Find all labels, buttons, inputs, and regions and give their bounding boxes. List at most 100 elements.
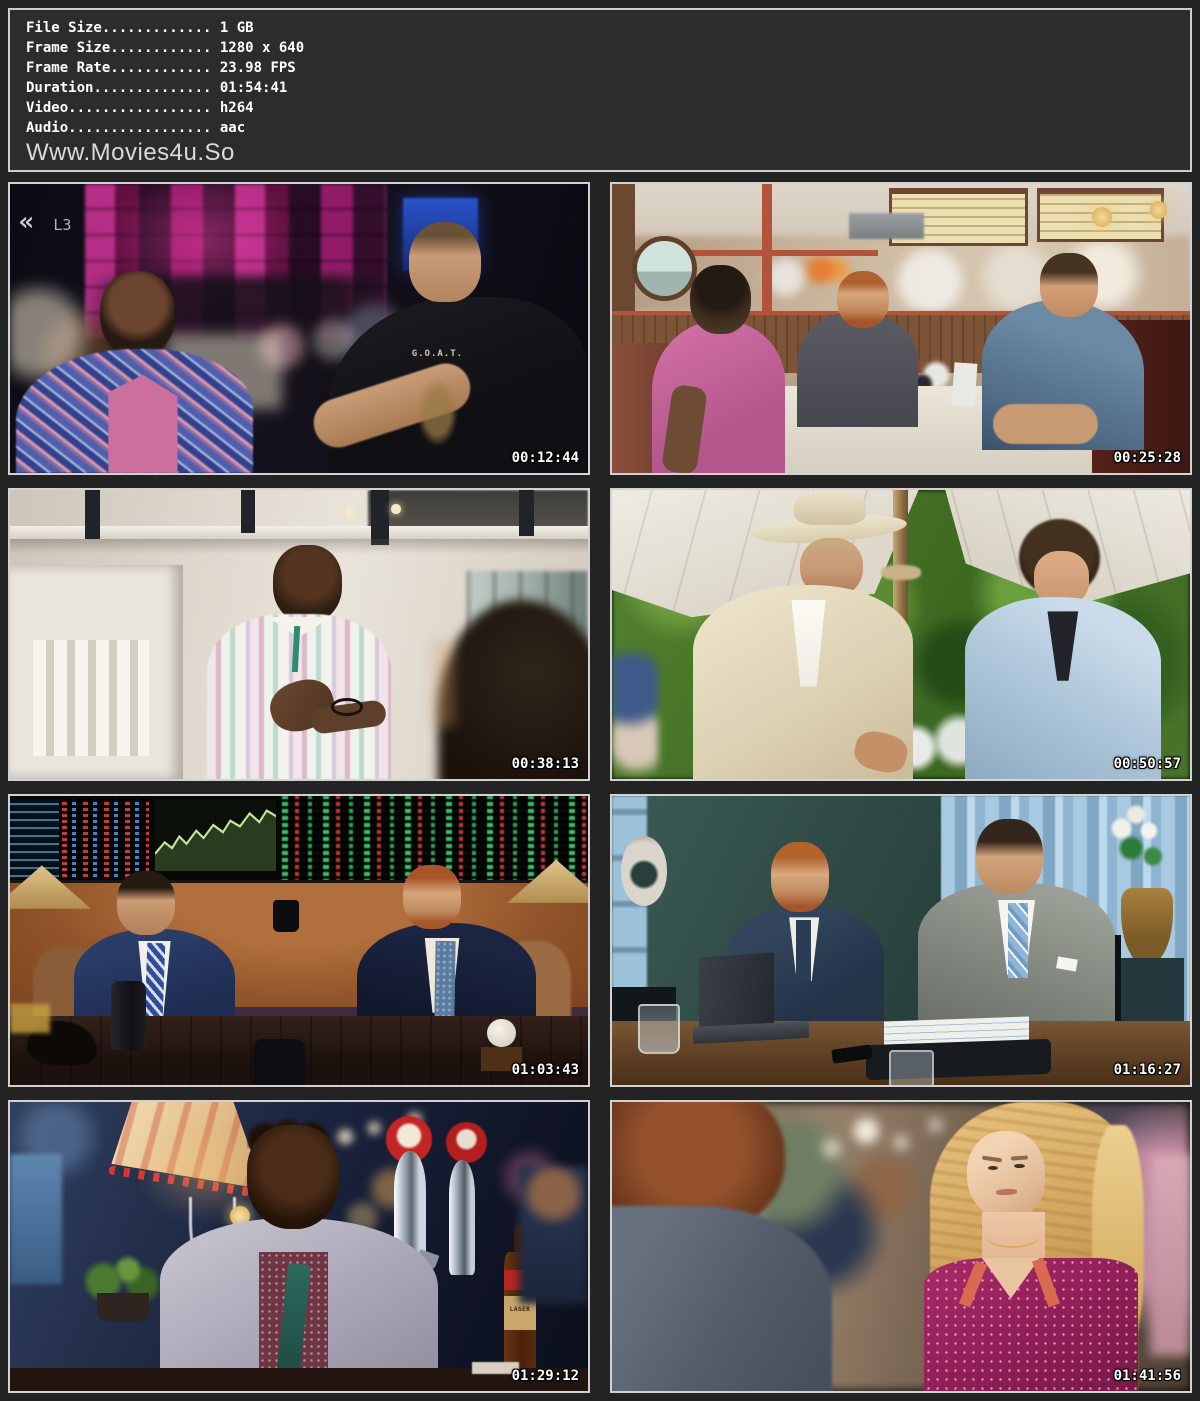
- info-label: File Size: [26, 20, 102, 36]
- info-value: 1 GB: [211, 20, 253, 36]
- timestamp-overlay: 00:12:44: [512, 450, 579, 466]
- edge-guest-pink: [1150, 1154, 1190, 1356]
- bottle-label-text: LAGER: [510, 1306, 531, 1313]
- railing-post: [371, 490, 388, 545]
- info-leader: .............: [102, 20, 212, 36]
- man-right-head: [1040, 253, 1098, 317]
- man-left-striped-tie: [145, 943, 166, 1019]
- mezzanine-dark-opening: [368, 490, 588, 528]
- screenshot-6-office: 01:16:27: [610, 794, 1192, 1087]
- ticker-board-left: [62, 799, 149, 877]
- screenshot-4-garden: 00:50:57: [610, 488, 1192, 781]
- info-line-audio: Audio.................aac: [26, 118, 1180, 138]
- door-slats: [33, 640, 149, 756]
- man-right-patterned-tie: [434, 940, 455, 1015]
- beer-tap-column-2: [449, 1160, 475, 1276]
- info-line-video: Video.................h264: [26, 98, 1180, 118]
- screenshot-2-diner: 00:25:28: [610, 182, 1192, 475]
- club-sign-logo: L3: [53, 216, 71, 234]
- timestamp-overlay: 01:29:12: [512, 1368, 579, 1384]
- info-value: h264: [211, 100, 253, 116]
- screenshot-3-loft: 00:38:13: [8, 488, 590, 781]
- woman-eye-left: [988, 1166, 998, 1170]
- info-value: 01:54:41: [211, 80, 287, 96]
- trophy-ball: [487, 1019, 516, 1048]
- timestamp-overlay: 00:38:13: [512, 756, 579, 772]
- cowboy-hat-crown: [794, 490, 866, 525]
- info-leader: ............: [110, 40, 211, 56]
- cyan-graph-panel: [10, 799, 59, 877]
- man-head: [273, 545, 342, 623]
- site-watermark: Www.Movies4u.So: [26, 138, 1180, 168]
- menu-card: [952, 362, 978, 407]
- screenshot-8-party: 01:41:56: [610, 1100, 1192, 1393]
- woman-brow-right: [1011, 1155, 1029, 1160]
- timestamp-overlay: 00:50:57: [1114, 756, 1181, 772]
- water-glass: [638, 1004, 680, 1054]
- screenshot-grid: « L3 G.O.A.T. 00:12:44: [8, 182, 1192, 1393]
- screenshot-1-nightclub: « L3 G.O.A.T. 00:12:44: [8, 182, 590, 475]
- timestamp-overlay: 00:25:28: [1114, 450, 1181, 466]
- kitchen-vent-hood: [849, 213, 924, 239]
- black-cup: [253, 1039, 305, 1085]
- man-middle-head-redhair: [837, 271, 889, 329]
- info-leader: .................: [68, 100, 211, 116]
- ring-sculpture: [621, 836, 667, 905]
- porthole-window: [632, 236, 697, 301]
- umbrella-hub: [881, 565, 921, 579]
- man-right-head-redbeard: [403, 865, 461, 929]
- man-left-head: [117, 871, 175, 935]
- bracelet: [331, 698, 363, 716]
- info-line-frame-rate: Frame Rate............23.98 FPS: [26, 58, 1180, 78]
- man-right-hands: [993, 404, 1097, 444]
- cool-window: [10, 1154, 62, 1284]
- man-left-head-redbeard: [771, 842, 829, 911]
- info-value: 1280 x 640: [211, 40, 304, 56]
- laptop-screen: [699, 952, 774, 1032]
- red-post: [762, 184, 771, 311]
- man-left-head: [100, 271, 175, 358]
- man-right-head: [976, 819, 1042, 894]
- man-left-head: [690, 265, 751, 334]
- screenshot-5-trading: 01:03:43: [8, 794, 590, 1087]
- black-tumbler: [111, 981, 146, 1050]
- man-right-head: [409, 222, 481, 303]
- blurred-patron: [519, 1166, 588, 1305]
- info-label: Video: [26, 100, 68, 116]
- ceiling-spotlight: [345, 507, 354, 516]
- screenshot-7-pub: LAGER 01:29:12: [8, 1100, 590, 1393]
- railing-post: [85, 490, 100, 539]
- club-sign-chevrons: «: [19, 207, 35, 237]
- ceiling-spotlight: [391, 504, 400, 513]
- info-leader: ............: [110, 60, 211, 76]
- goat-shirt-text: G.O.A.T.: [412, 349, 463, 359]
- distant-guests: [612, 649, 658, 779]
- timestamp-overlay: 01:16:27: [1114, 1062, 1181, 1078]
- info-line-frame-size: Frame Size............1280 x 640: [26, 38, 1180, 58]
- info-label: Duration: [26, 80, 93, 96]
- railing-post: [241, 490, 255, 533]
- info-leader: .................: [68, 120, 211, 136]
- timestamp-overlay: 01:03:43: [512, 1062, 579, 1078]
- water-glass-front: [889, 1050, 933, 1087]
- magenta-dress: [924, 1258, 1138, 1391]
- info-value: aac: [211, 120, 245, 136]
- woman-lips: [996, 1188, 1017, 1195]
- info-label: Frame Rate: [26, 60, 110, 76]
- media-info-panel: File Size.............1 GB Frame Size...…: [8, 8, 1192, 172]
- info-line-duration: Duration..............01:54:41: [26, 78, 1180, 98]
- info-label: Frame Size: [26, 40, 110, 56]
- tap-badge-2: [446, 1122, 486, 1162]
- stock-chart-line: [155, 799, 276, 871]
- plant-pot: [97, 1293, 149, 1322]
- info-value: 23.98 FPS: [211, 60, 295, 76]
- man-head: [247, 1125, 339, 1229]
- man-left-tie: [796, 920, 811, 981]
- man-right-striped-tie: [1008, 903, 1028, 978]
- foreground-rim-light: [432, 640, 455, 727]
- gold-tray: [10, 1004, 50, 1033]
- goat-shirt-graphic: [417, 378, 457, 447]
- info-label: Audio: [26, 120, 68, 136]
- man-middle-torso-gray: [797, 311, 918, 427]
- info-leader: ..............: [93, 80, 211, 96]
